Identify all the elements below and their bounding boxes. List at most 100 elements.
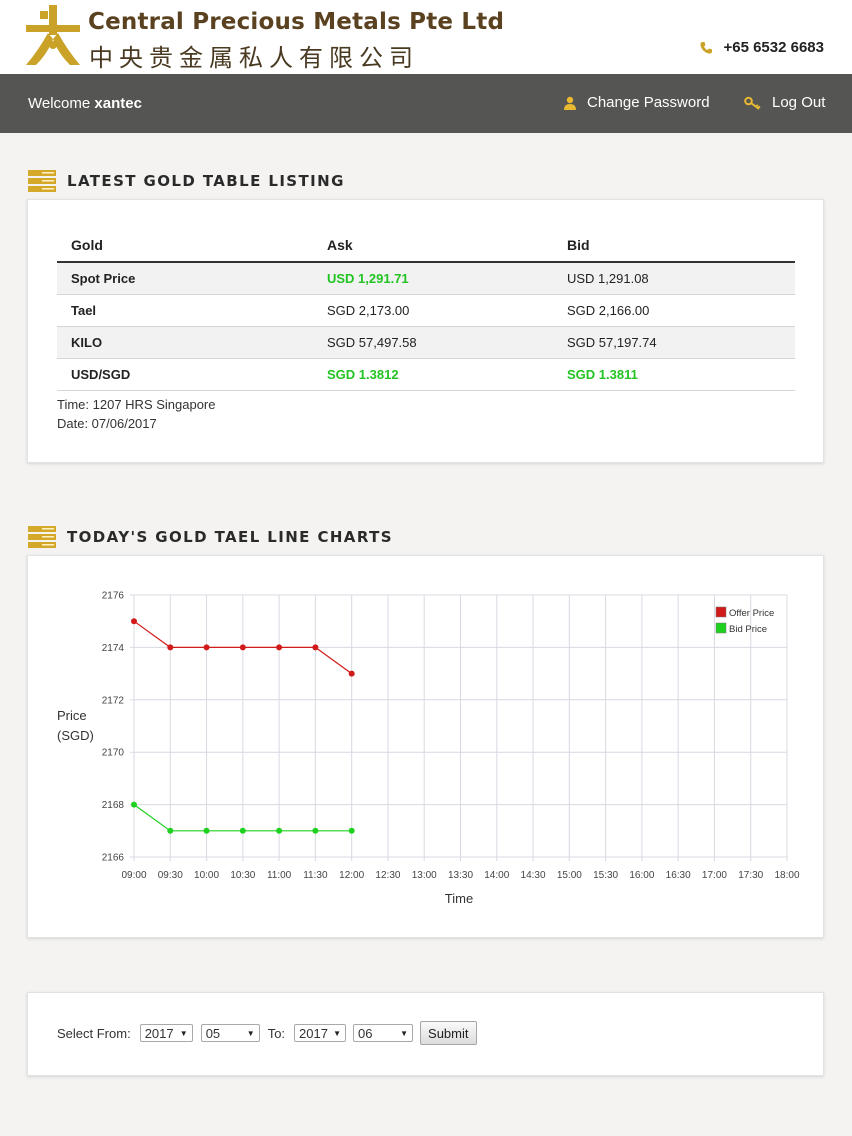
company-logo-icon: [26, 5, 80, 65]
phone-icon: [700, 41, 713, 54]
chart-legend: Offer Price Bid Price: [715, 606, 774, 635]
x-tick-label: 13:30: [448, 870, 473, 881]
column-header-gold: Gold: [57, 229, 313, 263]
change-password-link[interactable]: Change Password: [563, 94, 710, 111]
gold-price-table: Gold Ask Bid Spot Price USD 1,291.71 USD…: [57, 229, 795, 391]
table-row: Spot Price USD 1,291.71 USD 1,291.08: [57, 262, 795, 295]
change-password-label: Change Password: [587, 94, 710, 111]
from-year-select[interactable]: 2017 ▼: [139, 1024, 193, 1042]
bid-value: USD 1,291.08: [553, 262, 795, 295]
chevron-down-icon: ▼: [400, 1028, 409, 1038]
x-tick-label: 13:00: [412, 870, 437, 881]
user-navbar: Welcome xantec Change Password Log Out: [0, 74, 852, 133]
y-tick-label: 2170: [102, 748, 125, 759]
listing-heading-text: LATEST GOLD TABLE LISTING: [67, 172, 345, 190]
column-header-bid: Bid: [553, 229, 795, 263]
to-month-select[interactable]: 06 ▼: [353, 1024, 414, 1042]
x-tick-label: 14:30: [521, 870, 546, 881]
data-point: [239, 827, 246, 834]
x-tick-label: 17:00: [702, 870, 727, 881]
welcome-message: Welcome xantec: [28, 95, 142, 112]
table-header-row: Gold Ask Bid: [57, 229, 795, 263]
x-tick-label: 12:00: [339, 870, 364, 881]
chevron-down-icon: ▼: [179, 1028, 188, 1038]
column-header-ask: Ask: [313, 229, 553, 263]
x-tick-label: 09:00: [121, 870, 146, 881]
chart-heading: TODAY'S GOLD TAEL LINE CHARTS: [28, 526, 393, 548]
gold-bars-icon: [28, 170, 56, 192]
username: xantec: [94, 95, 142, 112]
x-axis-ticks: 09:00 09:30 10:00 10:30 11:00 11:30 12:00 12:30…: [121, 870, 799, 881]
ask-value: SGD 57,497.58: [313, 326, 553, 359]
to-month-value: 06: [358, 1025, 373, 1041]
legend-label: Bid Price: [729, 624, 767, 635]
gold-listing-card: Gold Ask Bid Spot Price USD 1,291.71 USD…: [27, 199, 824, 463]
from-label: Select From:: [57, 1025, 131, 1041]
x-tick-label: 09:30: [158, 870, 183, 881]
chevron-down-icon: ▼: [246, 1028, 255, 1038]
data-point: [312, 644, 319, 651]
phone-contact[interactable]: +65 6532 6683: [699, 39, 824, 56]
data-point: [348, 827, 355, 834]
y-tick-label: 2172: [102, 695, 125, 706]
listing-date: Date: 07/06/2017: [57, 416, 157, 431]
date-range-card: Select From: 2017 ▼ 05 ▼ To: 2017 ▼ 06 ▼…: [27, 992, 824, 1076]
welcome-prefix: Welcome: [28, 95, 91, 112]
legend-swatch: [715, 622, 727, 634]
legend-swatch: [715, 606, 727, 618]
x-tick-label: 16:00: [629, 870, 654, 881]
data-point: [276, 827, 283, 834]
date-range-form: Select From: 2017 ▼ 05 ▼ To: 2017 ▼ 06 ▼…: [57, 1021, 477, 1045]
data-point: [239, 644, 246, 651]
x-tick-label: 17:30: [738, 870, 763, 881]
ask-value: USD 1,291.71: [313, 262, 553, 295]
x-tick-label: 12:30: [375, 870, 400, 881]
data-point: [167, 644, 174, 651]
data-point: [131, 618, 137, 625]
ask-value: SGD 2,173.00: [313, 294, 553, 327]
table-row: Tael SGD 2,173.00 SGD 2,166.00: [57, 294, 795, 327]
chart-heading-text: TODAY'S GOLD TAEL LINE CHARTS: [67, 528, 393, 546]
y-axis-label-line1: Price: [57, 708, 87, 723]
chevron-down-icon: ▼: [333, 1028, 342, 1038]
data-point: [167, 827, 174, 834]
user-icon: [564, 96, 576, 110]
x-tick-label: 11:30: [303, 870, 328, 881]
data-point: [131, 801, 137, 808]
company-name: Central Precious Metals Pte Ltd: [88, 9, 505, 35]
x-tick-label: 16:30: [666, 870, 691, 881]
key-icon: [744, 96, 761, 110]
listing-time: Time: 1207 HRS Singapore: [57, 397, 216, 412]
table-row: USD/SGD SGD 1.3812 SGD 1.3811: [57, 358, 795, 391]
bid-value: SGD 2,166.00: [553, 294, 795, 327]
data-point: [348, 670, 355, 677]
to-label: To:: [267, 1025, 286, 1041]
phone-number: +65 6532 6683: [723, 39, 824, 56]
from-month-select[interactable]: 05 ▼: [200, 1024, 260, 1042]
ask-value: SGD 1.3812: [313, 358, 553, 391]
x-tick-label: 18:00: [774, 870, 799, 881]
x-tick-label: 15:00: [557, 870, 582, 881]
gold-bars-icon: [28, 526, 56, 548]
submit-button[interactable]: Submit: [420, 1021, 477, 1045]
y-axis-label-line2: (SGD): [57, 728, 94, 743]
data-point: [203, 827, 210, 834]
bid-value: SGD 1.3811: [553, 358, 795, 391]
bid-value: SGD 57,197.74: [553, 326, 795, 359]
data-point: [312, 827, 319, 834]
data-point: [203, 644, 210, 651]
logout-link[interactable]: Log Out: [744, 94, 825, 111]
company-name-chinese: 中央贵金属私人有限公司: [89, 44, 419, 72]
from-month-value: 05: [205, 1025, 221, 1041]
from-year-value: 2017: [144, 1025, 174, 1041]
listing-heading: LATEST GOLD TABLE LISTING: [28, 170, 345, 192]
to-year-select[interactable]: 2017 ▼: [294, 1024, 347, 1042]
logout-label: Log Out: [772, 94, 826, 111]
row-label: Tael: [57, 294, 313, 327]
legend-label: Offer Price: [729, 608, 774, 619]
chart-card: 2166 2168 2170 2172 2174 2176 09:00 09:30 10:00…: [27, 555, 824, 938]
table-row: KILO SGD 57,497.58 SGD 57,197.74: [57, 326, 795, 359]
to-year-value: 2017: [299, 1025, 328, 1041]
row-label: USD/SGD: [57, 358, 313, 391]
gold-tael-line-chart: 2166 2168 2170 2172 2174 2176 09:00 09:30 10:00…: [57, 591, 800, 907]
